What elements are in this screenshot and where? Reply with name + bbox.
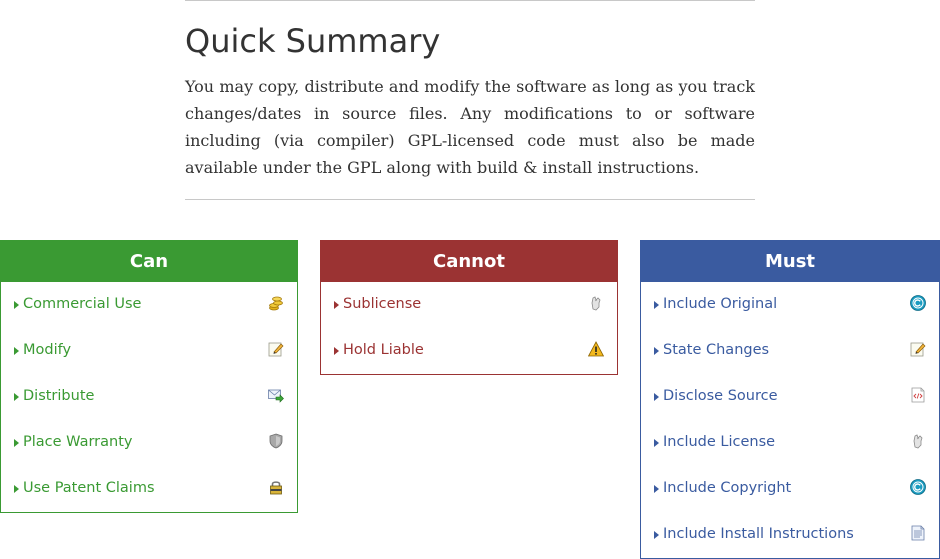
- hand-icon: [591, 296, 601, 311]
- must-item-label: Include Original: [663, 296, 778, 312]
- must-item-include-install-instructions[interactable]: Include Install Instructions: [641, 512, 939, 558]
- hand-icon: [913, 434, 923, 449]
- can-item-distribute[interactable]: Distribute: [1, 374, 297, 420]
- top-divider: [185, 0, 755, 1]
- cannot-heading: Cannot: [321, 241, 617, 282]
- cannot-item-sublicense[interactable]: Sublicense: [321, 282, 617, 328]
- can-item-commercial-use[interactable]: Commercial Use: [1, 282, 297, 328]
- triangle-right-icon: [334, 347, 339, 355]
- must-panel: Must Include Original State Changes Disc…: [640, 240, 940, 559]
- summary-text: You may copy, distribute and modify the …: [185, 77, 755, 177]
- must-heading: Must: [641, 241, 939, 282]
- shield-icon: [269, 433, 283, 449]
- cannot-item-hold-liable[interactable]: Hold Liable: [321, 328, 617, 374]
- lock-icon: [270, 481, 282, 495]
- copyright-icon: [910, 295, 926, 311]
- cannot-list: Sublicense Hold Liable: [321, 282, 617, 374]
- can-item-label: Place Warranty: [23, 434, 133, 450]
- can-item-label: Commercial Use: [23, 296, 142, 312]
- copyright-icon: [910, 479, 926, 495]
- must-item-include-original[interactable]: Include Original: [641, 282, 939, 328]
- must-item-label: State Changes: [663, 342, 770, 358]
- must-item-label: Include License: [663, 434, 776, 450]
- page-title: Quick Summary: [185, 22, 441, 60]
- triangle-right-icon: [654, 347, 659, 355]
- warning-icon: [588, 341, 604, 357]
- coins-icon: [269, 296, 283, 311]
- can-item-place-warranty[interactable]: Place Warranty: [1, 420, 297, 466]
- cannot-item-label: Hold Liable: [343, 342, 424, 358]
- can-heading: Can: [1, 241, 297, 282]
- can-item-use-patent-claims[interactable]: Use Patent Claims: [1, 466, 297, 512]
- pencil-icon: [910, 342, 926, 357]
- cannot-item-label: Sublicense: [343, 296, 422, 312]
- must-item-disclose-source[interactable]: Disclose Source: [641, 374, 939, 420]
- can-item-label: Distribute: [23, 388, 95, 404]
- must-item-label: Include Copyright: [663, 480, 792, 496]
- triangle-right-icon: [14, 301, 19, 309]
- triangle-right-icon: [654, 485, 659, 493]
- can-item-modify[interactable]: Modify: [1, 328, 297, 374]
- triangle-right-icon: [654, 439, 659, 447]
- can-panel: Can Commercial Use Modify Distribute Pla…: [0, 240, 298, 513]
- envelope-arrow-icon: [268, 389, 284, 403]
- triangle-right-icon: [654, 301, 659, 309]
- pencil-icon: [268, 342, 284, 357]
- triangle-right-icon: [334, 301, 339, 309]
- must-item-state-changes[interactable]: State Changes: [641, 328, 939, 374]
- code-file-icon: [911, 387, 925, 403]
- triangle-right-icon: [14, 439, 19, 447]
- triangle-right-icon: [14, 347, 19, 355]
- must-item-label: Include Install Instructions: [663, 526, 854, 542]
- can-item-label: Modify: [23, 342, 72, 358]
- triangle-right-icon: [14, 485, 19, 493]
- must-list: Include Original State Changes Disclose …: [641, 282, 939, 558]
- triangle-right-icon: [654, 393, 659, 401]
- bottom-divider: [185, 199, 755, 200]
- must-item-include-license[interactable]: Include License: [641, 420, 939, 466]
- triangle-right-icon: [14, 393, 19, 401]
- can-list: Commercial Use Modify Distribute Place W…: [1, 282, 297, 512]
- must-item-label: Disclose Source: [663, 388, 778, 404]
- must-item-include-copyright[interactable]: Include Copyright: [641, 466, 939, 512]
- triangle-right-icon: [654, 531, 659, 539]
- cannot-panel: Cannot Sublicense Hold Liable: [320, 240, 618, 375]
- document-icon: [911, 525, 925, 541]
- can-item-label: Use Patent Claims: [23, 480, 155, 496]
